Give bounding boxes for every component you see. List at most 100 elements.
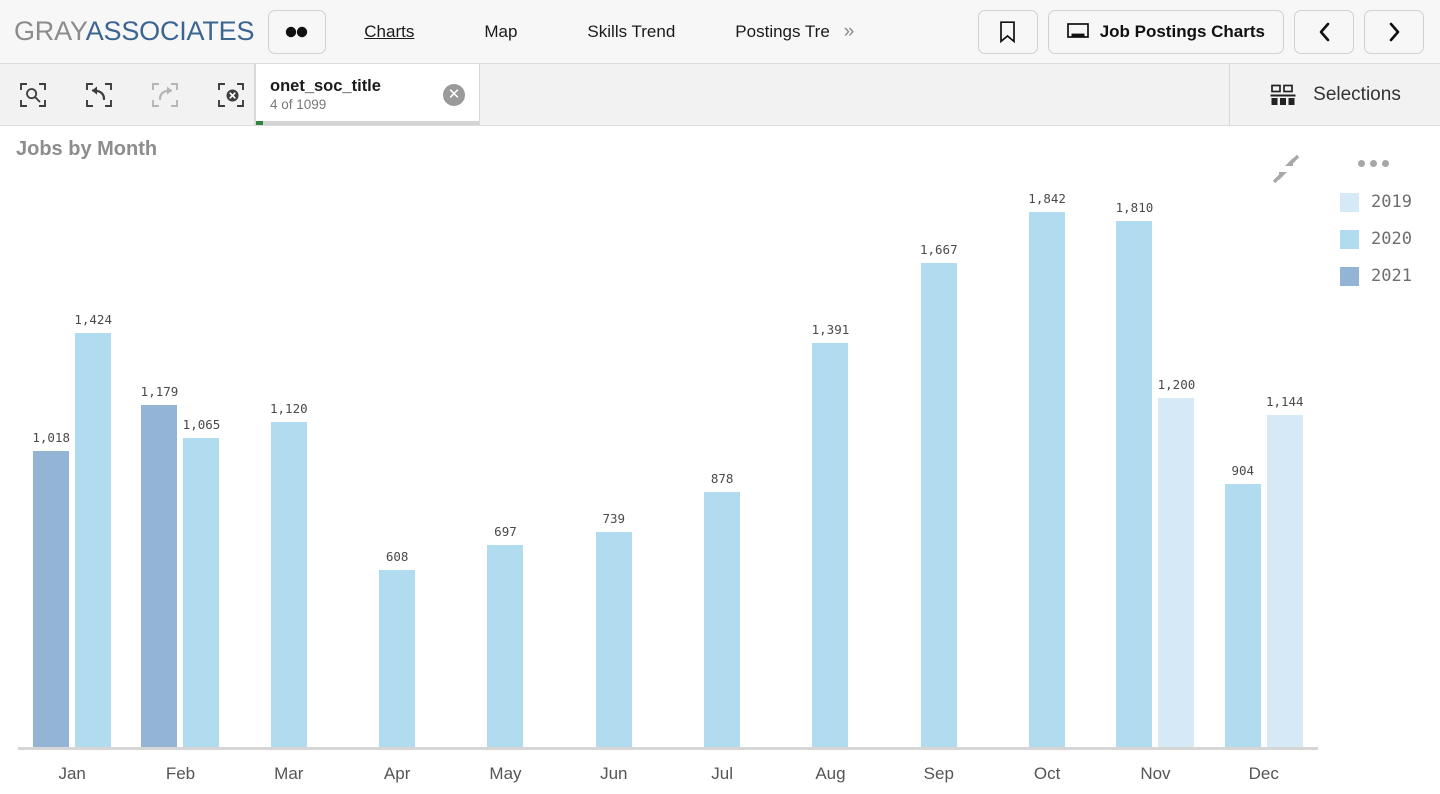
bar-group-Jul: 878 (668, 166, 776, 747)
chevron-right-icon (1389, 22, 1399, 41)
bar-Nov-2020[interactable]: 1,810 (1116, 166, 1153, 747)
bar-rect[interactable] (1266, 415, 1303, 747)
bar-value-label: 1,424 (74, 312, 112, 327)
x-tick-Aug: Aug (815, 764, 846, 783)
bar-value-label: 904 (1231, 463, 1255, 478)
bar-Jun-2020[interactable]: 739 (595, 166, 632, 747)
bar-Dec-2020[interactable]: 904 (1224, 166, 1261, 747)
selections-bar-icon (1270, 84, 1296, 105)
selection-toolbar: onet_soc_title 4 of 1099 ✕ Selections (0, 64, 1440, 126)
next-sheet-button[interactable] (1364, 9, 1424, 54)
nav-item-map[interactable]: Map (470, 22, 531, 42)
brand-logo-associates: ASSOCIATES (85, 16, 255, 46)
bar-rect[interactable] (920, 263, 957, 747)
nav-overflow-icon[interactable]: » (840, 21, 859, 43)
x-axis-baseline (18, 747, 1318, 750)
x-tick-Jan: Jan (58, 764, 86, 783)
bar-rect[interactable] (704, 492, 741, 747)
bar-value-label: 1,200 (1157, 377, 1196, 392)
selections-panel-button[interactable]: Selections (1230, 64, 1440, 125)
bar-rect[interactable] (379, 570, 416, 747)
chart-plot-area: 1,018 1,424 1,179 1,065 1,120 608 697 739 878 1,3… (18, 166, 1318, 747)
bar-Sep-2020[interactable]: 1,667 (920, 166, 958, 747)
x-tick-Feb: Feb (165, 764, 196, 783)
bar-value-label: 739 (602, 511, 626, 526)
legend-item-2020[interactable]: 2020 (1340, 229, 1412, 249)
bar-rect[interactable] (33, 451, 70, 747)
bar-rect[interactable] (141, 405, 178, 747)
bar-value-label: 608 (385, 549, 409, 564)
x-tick-Sep: Sep (923, 764, 954, 783)
bar-rect[interactable] (183, 438, 220, 747)
selection-filter-chip[interactable]: onet_soc_title 4 of 1099 ✕ (255, 64, 480, 125)
bar-rect[interactable] (75, 333, 112, 747)
bar-Mar-2020[interactable]: 1,120 (269, 166, 308, 747)
clear-selections-button[interactable] (208, 72, 254, 118)
app-header: GRAYASSOCIATES Charts Map Skills Trend P… (0, 0, 1440, 64)
bar-Feb-2020[interactable]: 1,065 (182, 166, 221, 747)
bookmark-button[interactable] (977, 9, 1038, 54)
bar-Jan-2020[interactable]: 1,424 (74, 166, 112, 747)
toolbar-filler (480, 64, 1230, 125)
step-back-button[interactable] (76, 72, 122, 118)
nav-item-skills-trend[interactable]: Skills Trend (573, 22, 689, 42)
legend-label: 2020 (1371, 229, 1412, 249)
clear-selections-icon (218, 82, 244, 107)
selection-search-button[interactable] (10, 72, 56, 118)
filter-state-bar (256, 121, 479, 125)
bar-rect[interactable] (1158, 398, 1195, 747)
bar-value-label: 1,065 (182, 417, 221, 432)
bar-value-label: 1,391 (811, 322, 850, 337)
x-tick-May: May (489, 764, 522, 783)
filter-state-green-indicator (256, 121, 263, 125)
bar-rect[interactable] (487, 545, 524, 747)
header-actions: Job Postings Charts (977, 9, 1424, 54)
bar-Oct-2020[interactable]: 1,842 (1028, 166, 1066, 747)
bar-rect[interactable] (270, 422, 307, 747)
bar-rect[interactable] (1224, 484, 1261, 747)
brand-logo: GRAYASSOCIATES (14, 16, 254, 47)
bar-value-label: 878 (710, 471, 734, 486)
bar-Feb-2021[interactable]: 1,179 (141, 166, 178, 747)
kebab-menu-icon-dot (1358, 160, 1365, 167)
bar-Nov-2019[interactable]: 1,200 (1157, 166, 1196, 747)
legend-label: 2021 (1371, 266, 1412, 286)
x-tick-Nov: Nov (1140, 764, 1171, 783)
bar-Jan-2021[interactable]: 1,018 (32, 166, 70, 747)
bar-group-Aug: 1,391 (776, 166, 884, 747)
step-forward-button[interactable] (142, 72, 188, 118)
bar-group-Oct: 1,842 (993, 166, 1101, 747)
legend-item-2019[interactable]: 2019 (1340, 192, 1412, 212)
bar-rect[interactable] (812, 343, 849, 747)
bar-Jul-2020[interactable]: 878 (704, 166, 741, 747)
nav-item-charts[interactable]: Charts (350, 22, 428, 42)
close-circle-icon[interactable]: ✕ (443, 83, 465, 106)
chart-legend: 2019 2020 2021 (1340, 192, 1412, 286)
chart-title: Jobs by Month (16, 138, 158, 160)
app-menu-button[interactable] (268, 9, 327, 54)
bar-group-May: 697 (451, 166, 559, 747)
kebab-menu-icon-dot (1382, 160, 1389, 167)
bar-Dec-2019[interactable]: 1,144 (1266, 166, 1304, 747)
ellipsis-icon (286, 26, 308, 37)
bar-May-2020[interactable]: 697 (487, 166, 524, 747)
bar-value-label: 1,842 (1028, 191, 1066, 206)
nav-item-postings-trend[interactable]: Postings Tre (721, 22, 844, 42)
brand-logo-gray: GRAY (14, 16, 86, 46)
bar-value-label: 1,120 (269, 401, 308, 416)
chart-menu-button[interactable] (1358, 160, 1389, 167)
legend-swatch-icon (1340, 229, 1359, 249)
sheet-name-label: Job Postings Charts (1099, 21, 1265, 41)
step-forward-icon (152, 82, 178, 107)
sheet-selector-button[interactable]: Job Postings Charts (1047, 9, 1284, 54)
bar-rect[interactable] (1116, 221, 1153, 747)
x-tick-Oct: Oct (1033, 764, 1061, 783)
legend-item-2021[interactable]: 2021 (1340, 266, 1412, 286)
bar-Apr-2020[interactable]: 608 (379, 166, 416, 747)
previous-sheet-button[interactable] (1294, 9, 1354, 54)
bar-rect[interactable] (595, 532, 632, 747)
bar-Aug-2020[interactable]: 1,391 (811, 166, 850, 747)
selections-label: Selections (1313, 83, 1401, 105)
x-tick-Apr: Apr (383, 764, 411, 783)
bar-rect[interactable] (1029, 212, 1066, 747)
